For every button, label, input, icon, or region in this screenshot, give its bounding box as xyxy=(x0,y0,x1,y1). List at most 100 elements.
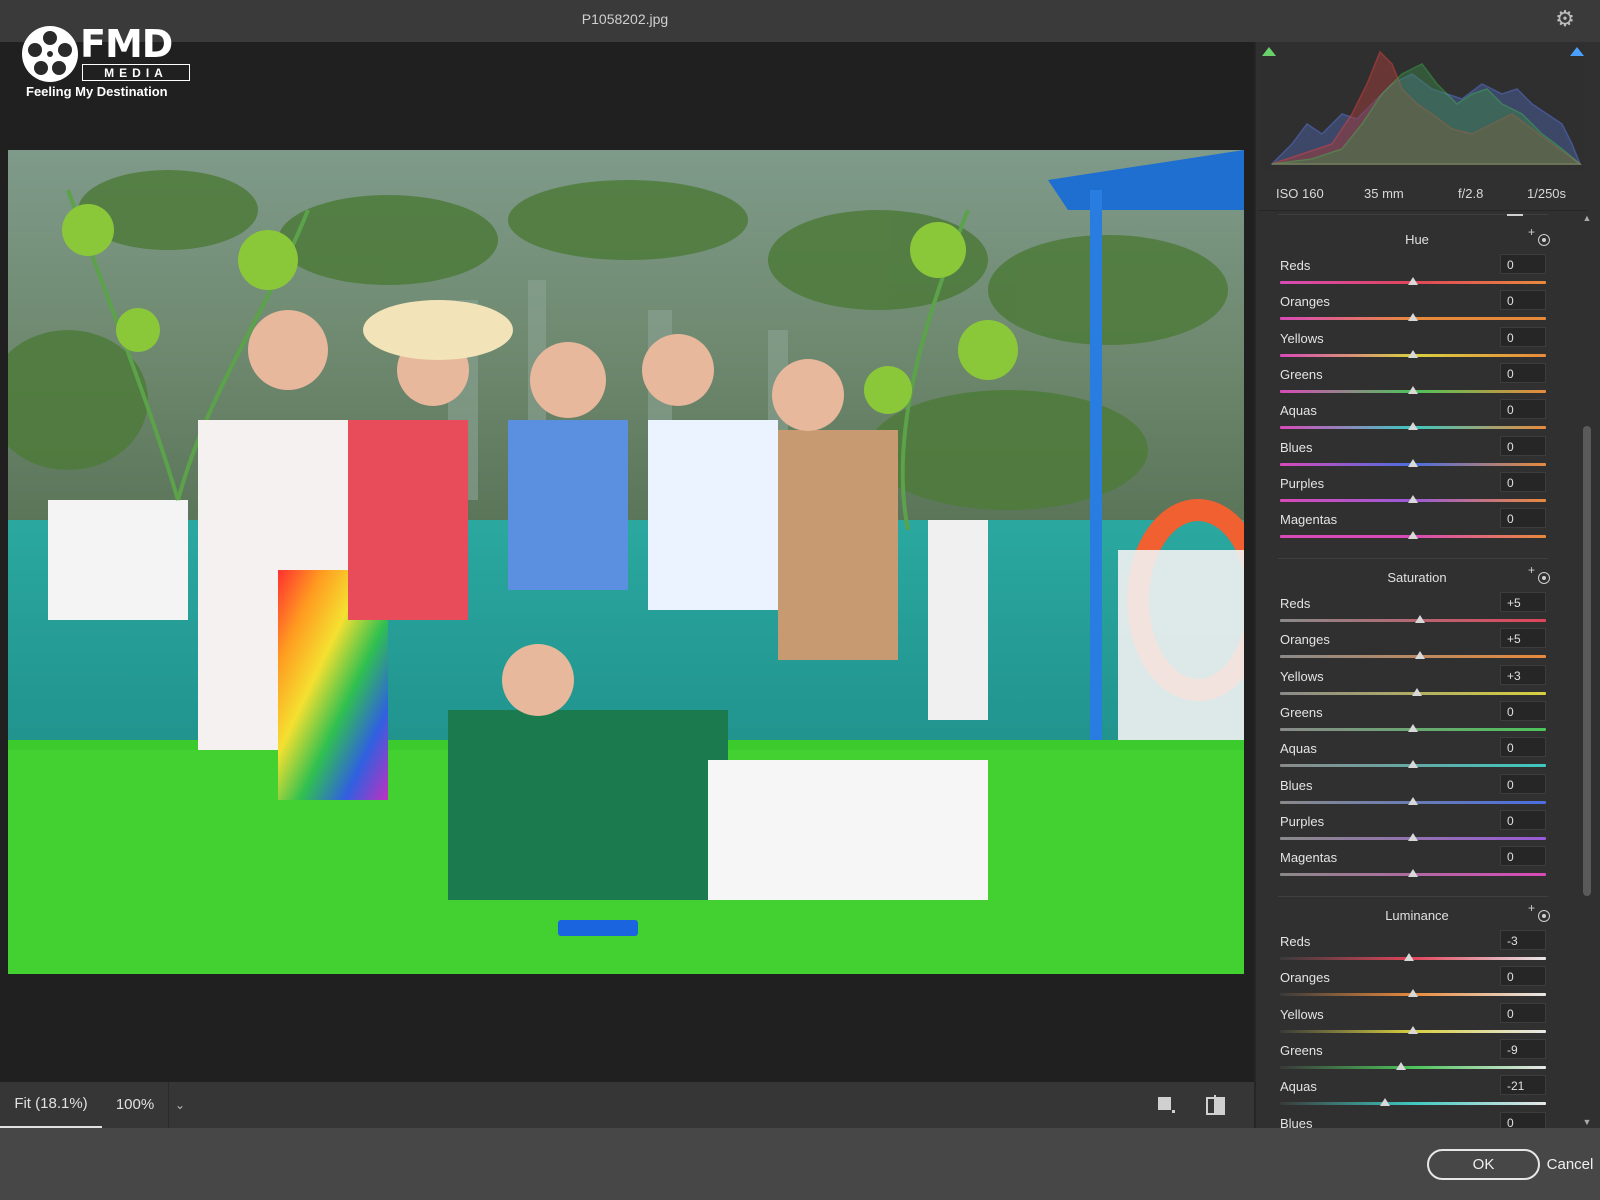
slider-thumb[interactable] xyxy=(1408,385,1418,394)
logo-sub-text: MEDIA xyxy=(82,64,190,81)
slider-value-input[interactable]: 0 xyxy=(1500,254,1546,274)
slider-row-reds: Reds +5 xyxy=(1256,592,1578,632)
slider-track[interactable] xyxy=(1280,619,1546,622)
slider-thumb[interactable] xyxy=(1408,1025,1418,1034)
slider-thumb[interactable] xyxy=(1396,1061,1407,1070)
slider-label: Yellows xyxy=(1280,668,1324,684)
slider-row-greens: Greens -9 xyxy=(1256,1038,1578,1079)
slider-label: Greens xyxy=(1280,1042,1323,1058)
targeted-adjustment-icon[interactable]: + xyxy=(1528,564,1556,588)
slider-thumb[interactable] xyxy=(1414,615,1425,623)
slider-row-yellows: Yellows 0 xyxy=(1256,1002,1578,1043)
cancel-button[interactable]: Cancel xyxy=(1540,1149,1600,1180)
slider-thumb[interactable] xyxy=(1408,869,1418,878)
slider-value-input[interactable]: 0 xyxy=(1500,809,1546,830)
slider-thumb[interactable] xyxy=(1380,1098,1391,1107)
slider-row-purples: Purples 0 xyxy=(1256,471,1578,512)
scroll-up-icon[interactable]: ▲ xyxy=(1580,212,1594,224)
slider-value-input[interactable]: 0 xyxy=(1500,471,1546,492)
zoom-fit-button[interactable]: Fit (18.1%) xyxy=(0,1082,102,1128)
section-divider xyxy=(1278,896,1548,897)
slider-thumb[interactable] xyxy=(1404,953,1414,961)
targeted-adjustment-icon[interactable]: + xyxy=(1528,902,1556,926)
dialog-footer xyxy=(0,1128,1600,1200)
slider-row-blues: Blues 0 xyxy=(1256,1111,1578,1128)
slider-value-input[interactable]: +3 xyxy=(1500,664,1546,685)
slider-value-input[interactable]: 0 xyxy=(1500,435,1546,456)
slider-thumb[interactable] xyxy=(1414,651,1425,660)
shadow-clipping-warning-icon[interactable] xyxy=(1262,47,1276,56)
slider-track[interactable] xyxy=(1280,655,1546,659)
scrollbar-thumb[interactable] xyxy=(1583,426,1591,896)
slider-value-input[interactable]: 0 xyxy=(1500,737,1546,758)
slider-track[interactable] xyxy=(1280,1102,1546,1106)
slider-row-yellows: Yellows 0 xyxy=(1256,326,1578,367)
slider-value-input[interactable]: 0 xyxy=(1500,508,1546,529)
zoom-100-button[interactable]: 100% xyxy=(102,1082,168,1128)
slider-value-input[interactable]: 0 xyxy=(1500,1111,1546,1128)
slider-label: Blues xyxy=(1280,439,1313,455)
slider-value-input[interactable]: 0 xyxy=(1500,846,1546,867)
slider-thumb[interactable] xyxy=(1408,458,1418,467)
slider-label: Reds xyxy=(1280,934,1311,949)
slider-row-blues: Blues 0 xyxy=(1256,773,1578,814)
slider-thumb[interactable] xyxy=(1408,832,1418,841)
slider-value-input[interactable]: 0 xyxy=(1500,399,1546,420)
slider-label: Oranges xyxy=(1280,632,1330,648)
slider-label: Aquas xyxy=(1280,403,1317,419)
slider-value-input[interactable]: 0 xyxy=(1500,290,1546,311)
gear-icon[interactable]: ⚙ xyxy=(1553,7,1577,31)
fmd-media-logo: FMD MEDIA Feeling My Destination xyxy=(22,24,190,100)
targeted-adjustment-icon[interactable]: + xyxy=(1528,226,1556,250)
slider-thumb[interactable] xyxy=(1408,531,1418,540)
slider-track[interactable] xyxy=(1280,1065,1546,1069)
slider-thumb[interactable] xyxy=(1408,723,1418,732)
slider-label: Purples xyxy=(1280,475,1325,491)
slider-value-input[interactable]: -3 xyxy=(1500,930,1546,950)
scroll-down-icon[interactable]: ▼ xyxy=(1580,1116,1594,1128)
slider-value-input[interactable]: 0 xyxy=(1500,700,1546,721)
slider-row-magentas: Magentas 0 xyxy=(1256,508,1578,548)
hsl-panel: Hue + Reds 0 Oranges 0 Yellows 0 Greens 0 Aquas 0… xyxy=(1256,212,1578,1128)
slider-row-oranges: Oranges 0 xyxy=(1256,966,1578,1006)
slider-row-oranges: Oranges 0 xyxy=(1256,290,1578,330)
slider-thumb[interactable] xyxy=(1408,313,1418,322)
slider-value-input[interactable]: 0 xyxy=(1500,1002,1546,1023)
slider-thumb[interactable] xyxy=(1408,422,1418,431)
slider-thumb[interactable] xyxy=(1408,494,1418,503)
single-view-icon[interactable] xyxy=(1158,1097,1175,1113)
chevron-down-icon[interactable]: ⌄ xyxy=(168,1082,191,1128)
slider-label: Aquas xyxy=(1280,1079,1317,1095)
slider-label: Greens xyxy=(1280,366,1323,382)
logo-tagline: Feeling My Destination xyxy=(26,84,168,99)
slider-row-yellows: Yellows +3 xyxy=(1256,664,1578,705)
slider-row-greens: Greens 0 xyxy=(1256,362,1578,403)
slider-thumb[interactable] xyxy=(1408,349,1418,358)
slider-label: Yellows xyxy=(1280,330,1324,346)
slider-value-input[interactable]: 0 xyxy=(1500,326,1546,347)
slider-thumb[interactable] xyxy=(1408,277,1418,285)
title-bar: P1058202.jpg ⚙ xyxy=(0,0,1600,42)
slider-thumb[interactable] xyxy=(1408,796,1418,805)
slider-thumb[interactable] xyxy=(1411,687,1422,696)
slider-row-aquas: Aquas 0 xyxy=(1256,399,1578,439)
section-divider xyxy=(1278,558,1548,559)
ok-button[interactable]: OK xyxy=(1427,1149,1540,1180)
slider-value-input[interactable]: -9 xyxy=(1500,1038,1546,1059)
preview-image xyxy=(8,150,1244,974)
slider-value-input[interactable]: 0 xyxy=(1500,966,1546,987)
slider-label: Oranges xyxy=(1280,970,1330,986)
slider-value-input[interactable]: +5 xyxy=(1500,592,1546,612)
slider-value-input[interactable]: +5 xyxy=(1500,628,1546,649)
slider-value-input[interactable]: -21 xyxy=(1500,1075,1546,1096)
highlight-clipping-warning-icon[interactable] xyxy=(1570,47,1584,56)
slider-row-magentas: Magentas 0 xyxy=(1256,846,1578,886)
before-after-icon[interactable] xyxy=(1204,1095,1226,1115)
panel-scrollbar[interactable]: ▲ ▼ xyxy=(1580,212,1594,1128)
aperture-value: f/2.8 xyxy=(1458,186,1484,201)
slider-label: Magentas xyxy=(1280,850,1338,866)
slider-thumb[interactable] xyxy=(1408,989,1418,998)
slider-thumb[interactable] xyxy=(1408,760,1418,769)
slider-value-input[interactable]: 0 xyxy=(1500,362,1546,383)
slider-value-input[interactable]: 0 xyxy=(1500,773,1546,794)
